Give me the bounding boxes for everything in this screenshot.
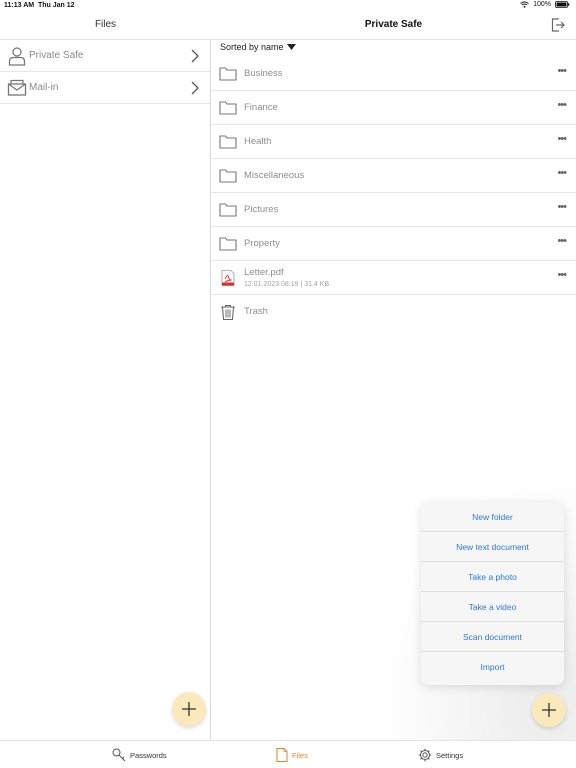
row-name: Business [244, 68, 283, 79]
wifi-icon [520, 1, 529, 8]
tab-passwords[interactable]: Passwords [112, 747, 167, 763]
gear-icon [418, 748, 432, 762]
mailbox-icon [7, 79, 27, 96]
right-add-button[interactable] [532, 693, 566, 727]
row-name: Trash [244, 306, 268, 317]
add-menu: New folder New text document Take a phot… [421, 502, 564, 685]
more-options-button[interactable]: ••• [557, 235, 567, 247]
row-name: Miscellaneous [244, 170, 305, 181]
chevron-right-icon [191, 49, 199, 63]
caret-down-icon [286, 44, 296, 50]
more-options-button[interactable]: ••• [557, 99, 567, 111]
folder-icon [219, 169, 237, 183]
left-add-button[interactable] [172, 692, 206, 726]
plus-icon [182, 702, 196, 716]
folder-icon [219, 101, 237, 115]
sort-label: Sorted by name [220, 42, 284, 52]
status-date: Thu Jan 12 [38, 2, 75, 9]
tab-files[interactable]: Files [276, 747, 308, 763]
menu-item-new-text-document[interactable]: New text document [421, 532, 564, 562]
sidebar-item-mail-in[interactable]: Mail-in [0, 72, 210, 104]
menu-item-import[interactable]: Import [421, 652, 564, 682]
battery-icon [555, 1, 570, 8]
plus-icon [542, 703, 556, 717]
folder-row-finance[interactable]: Finance ••• [211, 91, 576, 125]
folder-row-property[interactable]: Property ••• [211, 227, 576, 261]
sidebar-item-label: Private Safe [29, 50, 84, 61]
menu-item-take-photo[interactable]: Take a photo [421, 562, 564, 592]
row-meta: 12.01.2023 08:19 | 31.4 KB [244, 281, 330, 288]
folder-row-miscellaneous[interactable]: Miscellaneous ••• [211, 159, 576, 193]
folder-row-health[interactable]: Health ••• [211, 125, 576, 159]
right-panel-title: Private Safe [364, 19, 423, 30]
key-icon [112, 748, 126, 762]
battery-percent: 100% [533, 1, 551, 8]
tab-settings[interactable]: Settings [418, 747, 463, 763]
more-options-button[interactable]: ••• [557, 201, 567, 213]
left-panel-title: Files [94, 19, 117, 30]
row-name: Letter.pdf [244, 267, 284, 278]
file-icon [276, 748, 288, 762]
file-row-letter-pdf[interactable]: Letter.pdf 12.01.2023 08:19 | 31.4 KB ••… [211, 261, 576, 295]
folder-icon [219, 237, 237, 251]
tab-label: Passwords [130, 750, 167, 760]
menu-item-new-folder[interactable]: New folder [421, 502, 564, 532]
tab-label: Settings [436, 750, 464, 760]
person-icon [8, 47, 26, 66]
menu-item-take-video[interactable]: Take a video [421, 592, 564, 622]
sort-selector[interactable]: Sorted by name [220, 42, 296, 52]
chevron-right-icon [191, 81, 199, 95]
more-options-button[interactable]: ••• [557, 269, 567, 281]
row-name: Health [244, 136, 272, 147]
folder-icon [219, 203, 237, 217]
tab-label: Files [292, 750, 308, 760]
folder-row-business[interactable]: Business ••• [211, 57, 576, 91]
status-bar: 11:13 AM Thu Jan 12 100% [0, 0, 576, 12]
folder-icon [219, 67, 237, 81]
folder-icon [219, 135, 237, 149]
folder-row-pictures[interactable]: Pictures ••• [211, 193, 576, 227]
trash-row[interactable]: Trash [211, 295, 576, 329]
row-name: Property [244, 238, 280, 249]
status-right: 100% [520, 1, 570, 8]
sidebar-item-label: Mail-in [29, 82, 59, 93]
trash-icon [221, 304, 235, 320]
status-time: 11:13 AM [4, 2, 35, 9]
menu-item-scan-document[interactable]: Scan document [421, 622, 564, 652]
logout-icon[interactable] [550, 17, 566, 33]
tab-bar: Passwords Files Settings [0, 740, 576, 768]
sidebar-item-private-safe[interactable]: Private Safe [0, 40, 210, 72]
more-options-button[interactable]: ••• [557, 65, 567, 77]
row-name: Finance [244, 102, 278, 113]
more-options-button[interactable]: ••• [557, 167, 567, 179]
row-name: Pictures [244, 204, 279, 215]
more-options-button[interactable]: ••• [557, 133, 567, 145]
pdf-icon [221, 270, 235, 286]
